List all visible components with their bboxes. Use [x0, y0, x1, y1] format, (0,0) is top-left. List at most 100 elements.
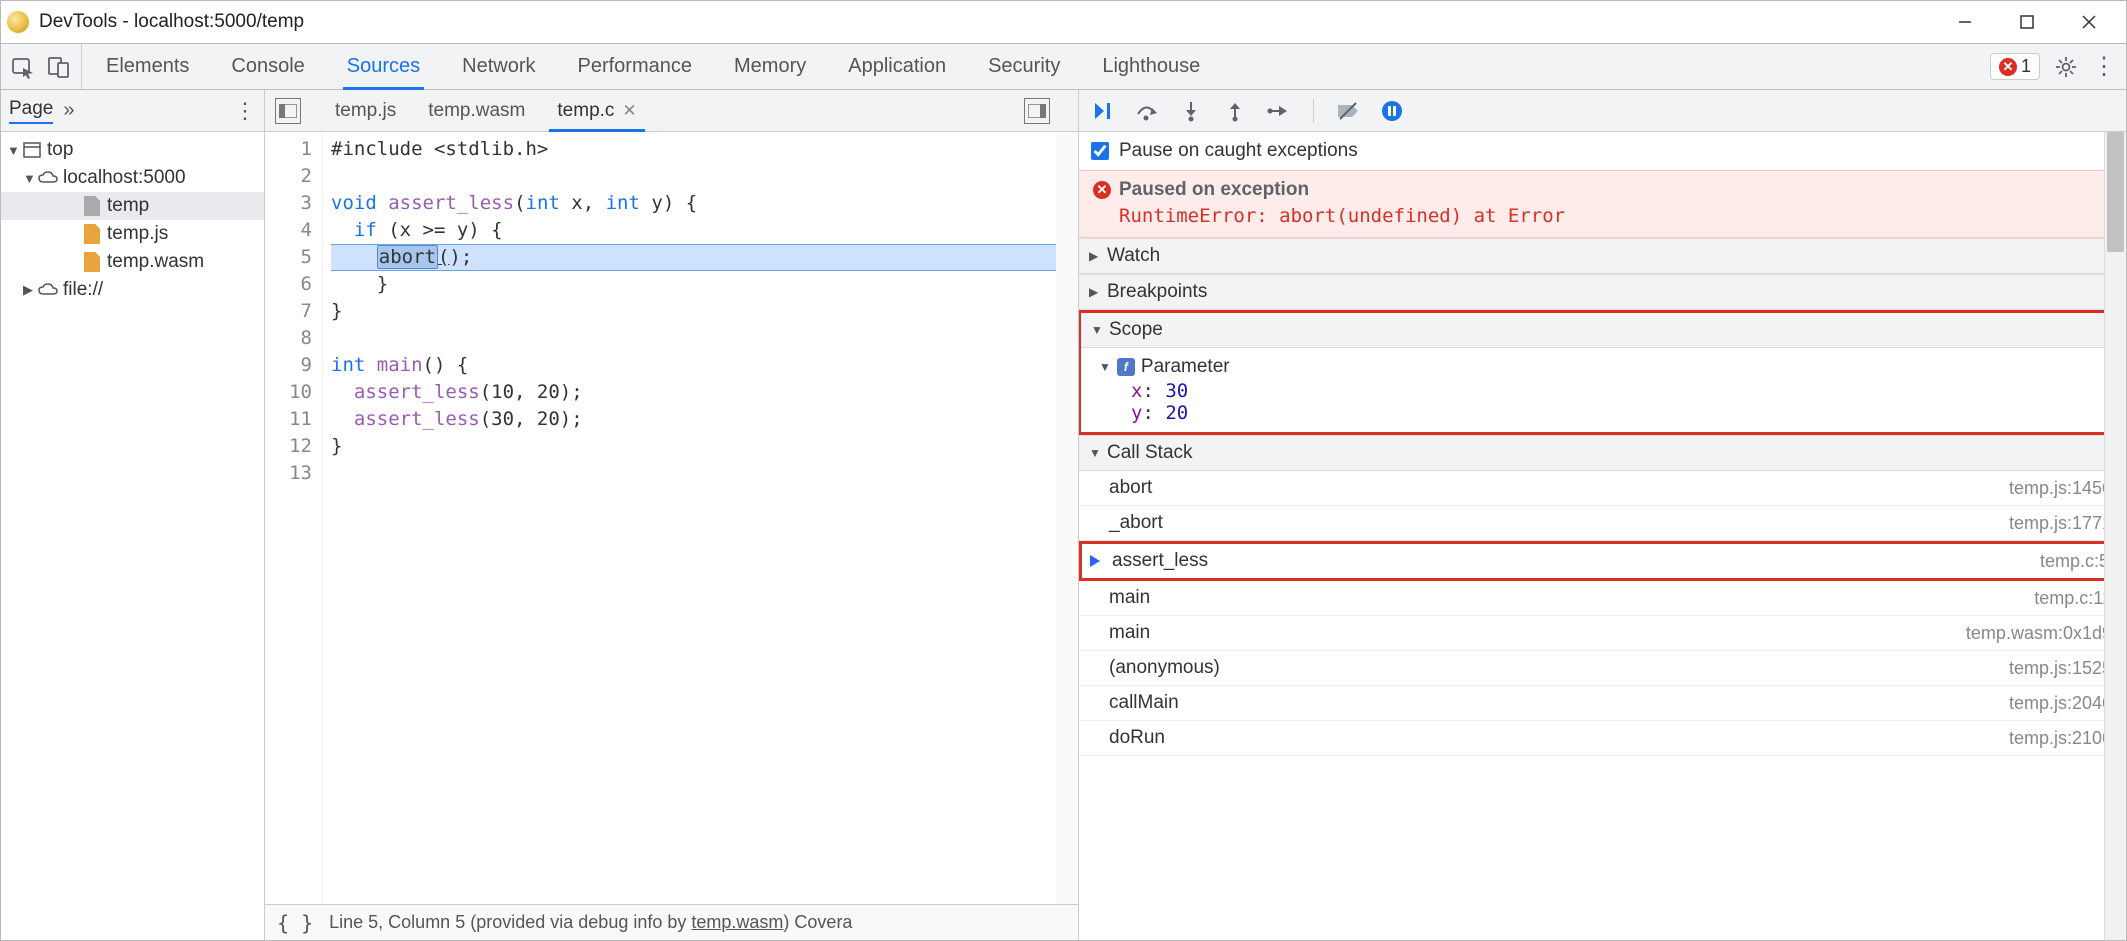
frame-function: callMain	[1109, 692, 2009, 714]
code-line[interactable]: void assert_less(int x, int y) {	[331, 190, 1078, 217]
navigator-tab-page[interactable]: Page	[9, 98, 53, 124]
document-icon	[81, 196, 103, 216]
section-label: Breakpoints	[1107, 281, 1207, 303]
tree-node-top[interactable]: ▼ top	[1, 136, 264, 164]
scope-section-header[interactable]: ▼Scope	[1081, 313, 2123, 348]
code-line[interactable]: }	[331, 271, 1078, 298]
devtools-favicon	[7, 11, 29, 33]
tree-node-origin[interactable]: ▼ localhost:5000	[1, 164, 264, 192]
call-stack-frame[interactable]: maintemp.wasm:0x1d9	[1079, 616, 2126, 651]
tree-node-file[interactable]: temp.wasm	[1, 248, 264, 276]
frame-function: _abort	[1109, 512, 2009, 534]
frame-location: temp.c:11	[2034, 588, 2112, 609]
code-editor[interactable]: 12345678910111213 #include <stdlib.h> vo…	[265, 132, 1078, 904]
devtools-tab-sources[interactable]: Sources	[343, 44, 424, 89]
step-icon[interactable]	[1265, 97, 1293, 125]
file-tree: ▼ top ▼ localhost:5000 temp temp.js temp…	[1, 132, 264, 940]
call-stack-frame[interactable]: _aborttemp.js:1771	[1079, 506, 2126, 541]
pretty-print-icon[interactable]: { }	[277, 911, 313, 935]
code-line[interactable]: abort();	[331, 244, 1078, 271]
frame-location: temp.js:1525	[2009, 658, 2112, 679]
editor-tab[interactable]: temp.wasm	[412, 90, 541, 131]
frame-function: doRun	[1109, 727, 2009, 749]
code-line[interactable]: #include <stdlib.h>	[331, 136, 1078, 163]
frame-function: main	[1109, 622, 1966, 644]
code-line[interactable]: if (x >= y) {	[331, 217, 1078, 244]
call-stack-frame[interactable]: (anonymous)temp.js:1525	[1079, 651, 2126, 686]
callstack-section-header[interactable]: ▼Call Stack	[1079, 435, 2126, 471]
call-stack-frame[interactable]: assert_lesstemp.c:5	[1079, 541, 2126, 581]
inspect-element-icon[interactable]	[9, 53, 37, 81]
toggle-debugger-icon[interactable]	[1024, 98, 1050, 124]
error-count: 1	[2021, 56, 2031, 77]
error-count-badge[interactable]: ✕ 1	[1990, 53, 2040, 80]
editor-tab[interactable]: temp.c✕	[541, 90, 652, 131]
code-line[interactable]: assert_less(30, 20);	[331, 406, 1078, 433]
navigator-more-tabs[interactable]: »	[63, 99, 74, 122]
call-stack-frame[interactable]: callMaintemp.js:2046	[1079, 686, 2126, 721]
pause-on-caught-checkbox[interactable]	[1091, 142, 1109, 160]
call-stack-frame[interactable]: maintemp.c:11	[1079, 581, 2126, 616]
devtools-tab-memory[interactable]: Memory	[730, 44, 810, 89]
code-line[interactable]	[331, 325, 1078, 352]
devtools-tab-performance[interactable]: Performance	[574, 44, 697, 89]
scope-variable[interactable]: x: 30	[1093, 380, 2111, 402]
navigator-menu-icon[interactable]: ⋮	[234, 98, 256, 124]
code-line[interactable]	[331, 460, 1078, 487]
debugger-toolbar	[1079, 90, 2126, 132]
editor-tab-label: temp.wasm	[428, 100, 525, 122]
frame-location: temp.wasm:0x1d9	[1966, 623, 2112, 644]
window-maximize-button[interactable]	[1996, 1, 2058, 43]
device-toolbar-icon[interactable]	[45, 53, 73, 81]
code-line[interactable]: }	[331, 298, 1078, 325]
tree-node-file[interactable]: temp	[1, 192, 264, 220]
error-icon: ✕	[1999, 58, 2017, 76]
settings-icon[interactable]	[2054, 55, 2078, 79]
editor-scrollbar[interactable]	[1056, 132, 1078, 904]
code-line[interactable]: assert_less(10, 20);	[331, 379, 1078, 406]
debugger-scrollbar[interactable]	[2104, 132, 2126, 940]
window-close-button[interactable]	[2058, 1, 2120, 43]
pause-on-exceptions-icon[interactable]	[1378, 97, 1406, 125]
devtools-tab-application[interactable]: Application	[844, 44, 950, 89]
section-label: Call Stack	[1107, 442, 1193, 464]
watch-section-header[interactable]: ▶Watch	[1079, 238, 2126, 274]
devtools-tab-security[interactable]: Security	[984, 44, 1064, 89]
step-into-icon[interactable]	[1177, 97, 1205, 125]
error-icon: ✕	[1093, 181, 1111, 199]
code-line[interactable]	[331, 163, 1078, 190]
editor-tab[interactable]: temp.js	[319, 90, 412, 131]
deactivate-breakpoints-icon[interactable]	[1334, 97, 1362, 125]
pause-on-caught-label: Pause on caught exceptions	[1119, 140, 1358, 162]
call-stack-frame[interactable]: aborttemp.js:1456	[1079, 471, 2126, 506]
parameter-badge-icon: f	[1117, 358, 1135, 376]
code-line[interactable]: int main() {	[331, 352, 1078, 379]
frame-location: temp.js:2046	[2009, 693, 2112, 714]
devtools-tab-lighthouse[interactable]: Lighthouse	[1098, 44, 1204, 89]
window-titlebar: DevTools - localhost:5000/temp	[0, 0, 2127, 44]
step-out-icon[interactable]	[1221, 97, 1249, 125]
code-line[interactable]: }	[331, 433, 1078, 460]
scope-highlight-box: ▼Scope ▼ f Parameter x: 30y: 20	[1079, 310, 2126, 435]
scope-group-label: Parameter	[1141, 356, 1230, 378]
step-over-icon[interactable]	[1133, 97, 1161, 125]
devtools-tab-network[interactable]: Network	[458, 44, 539, 89]
tree-node-file-scheme[interactable]: ▶ file://	[1, 276, 264, 304]
frame-location: temp.c:5	[2040, 551, 2109, 572]
section-label: Scope	[1109, 319, 1163, 341]
tree-node-file[interactable]: temp.js	[1, 220, 264, 248]
devtools-tab-console[interactable]: Console	[227, 44, 308, 89]
resume-icon[interactable]	[1089, 97, 1117, 125]
toggle-navigator-icon[interactable]	[275, 98, 301, 124]
editor-tab-label: temp.js	[335, 100, 396, 122]
scope-group-parameter[interactable]: ▼ f Parameter	[1093, 354, 2111, 380]
devtools-tab-elements[interactable]: Elements	[102, 44, 193, 89]
scope-variable[interactable]: y: 20	[1093, 402, 2111, 424]
pause-on-caught-row[interactable]: Pause on caught exceptions	[1079, 132, 2126, 170]
window-minimize-button[interactable]	[1934, 1, 1996, 43]
debug-info-link[interactable]: temp.wasm	[691, 912, 783, 932]
kebab-menu-icon[interactable]: ⋮	[2092, 52, 2116, 81]
breakpoints-section-header[interactable]: ▶Breakpoints	[1079, 274, 2126, 310]
call-stack-frame[interactable]: doRuntemp.js:2106	[1079, 721, 2126, 756]
close-icon[interactable]: ✕	[622, 101, 636, 121]
